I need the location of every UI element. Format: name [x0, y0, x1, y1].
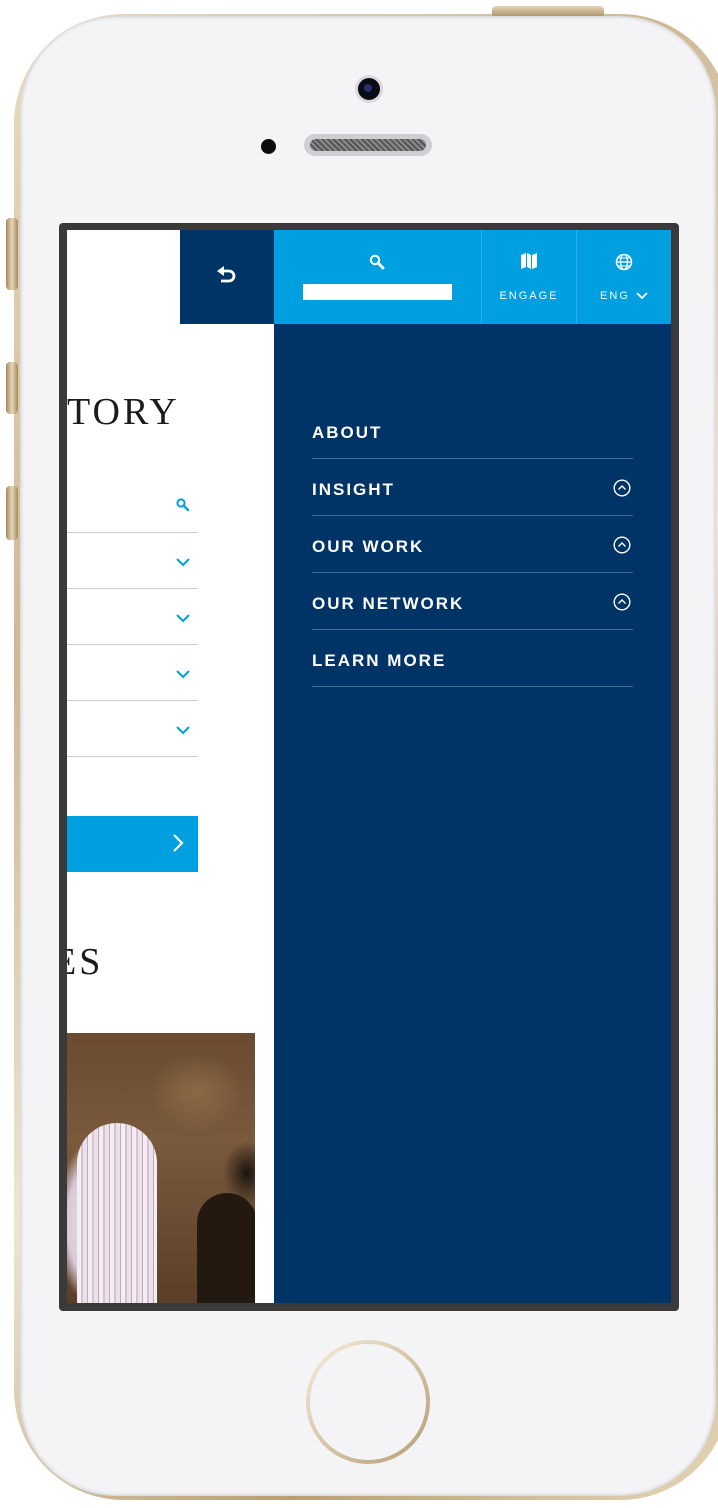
- filter-dropdown[interactable]: [67, 532, 198, 589]
- search-filter-row[interactable]: [67, 476, 198, 533]
- menu-item-our-work[interactable]: OUR WORK: [312, 516, 633, 573]
- section-title: ES: [67, 941, 104, 983]
- page-title: TORY: [67, 391, 180, 433]
- nav-drawer: ABOUT INSIGHT OUR WORK OUR NETWORK LEARN…: [274, 324, 671, 1303]
- filter-dropdown[interactable]: [67, 588, 198, 645]
- chevron-down-icon: [176, 554, 190, 572]
- language-selector[interactable]: ENG: [577, 230, 671, 324]
- page-content: TORY S: [67, 230, 274, 1303]
- menu-item-label: LEARN MORE: [312, 651, 447, 670]
- map-icon: [520, 253, 538, 274]
- main-menu: ABOUT INSIGHT OUR WORK OUR NETWORK LEARN…: [312, 402, 633, 687]
- menu-item-about[interactable]: ABOUT: [312, 402, 633, 459]
- menu-item-label: INSIGHT: [312, 480, 395, 499]
- search-cell[interactable]: [274, 230, 482, 324]
- engage-button[interactable]: ENGAGE: [482, 230, 577, 324]
- submit-button[interactable]: [67, 816, 198, 872]
- language-label: ENG: [577, 290, 671, 302]
- language-code: ENG: [600, 290, 630, 302]
- search-input[interactable]: [303, 284, 452, 300]
- earpiece-speaker: [304, 134, 432, 156]
- search-icon: [176, 498, 190, 517]
- back-button[interactable]: [180, 230, 274, 324]
- featured-photo[interactable]: [67, 1033, 255, 1303]
- filter-dropdown[interactable]: [67, 644, 198, 701]
- menu-item-label: OUR WORK: [312, 537, 425, 556]
- filter-dropdown[interactable]: [67, 700, 198, 757]
- volume-down-button: [6, 486, 18, 540]
- chevron-down-icon: [176, 610, 190, 628]
- menu-item-insight[interactable]: INSIGHT: [312, 459, 633, 516]
- volume-up-button: [6, 362, 18, 414]
- proximity-sensor: [261, 139, 276, 154]
- menu-item-label: ABOUT: [312, 423, 383, 442]
- globe-icon: [615, 253, 633, 276]
- menu-item-our-network[interactable]: OUR NETWORK: [312, 573, 633, 630]
- front-camera: [358, 78, 380, 100]
- page-header: [67, 230, 180, 324]
- back-arrow-icon: [216, 265, 238, 290]
- menu-item-label: OUR NETWORK: [312, 594, 465, 613]
- chevron-right-icon: [172, 832, 184, 859]
- mute-switch: [6, 218, 18, 290]
- chevron-up-circle-icon[interactable]: [613, 479, 631, 502]
- screen: TORY S ENGAGE ENG ABOUT INSIGHT OUR WORK…: [67, 230, 671, 1303]
- chevron-up-circle-icon[interactable]: [613, 593, 631, 616]
- menu-item-learn-more[interactable]: LEARN MORE: [312, 630, 633, 687]
- chevron-down-icon: [636, 292, 648, 300]
- chevron-up-circle-icon[interactable]: [613, 536, 631, 559]
- chevron-down-icon: [176, 666, 190, 684]
- chevron-down-icon: [176, 722, 190, 740]
- search-icon: [369, 254, 385, 275]
- home-button[interactable]: [306, 1340, 430, 1464]
- engage-label: ENGAGE: [499, 290, 559, 302]
- top-bar: ENGAGE ENG: [274, 230, 671, 324]
